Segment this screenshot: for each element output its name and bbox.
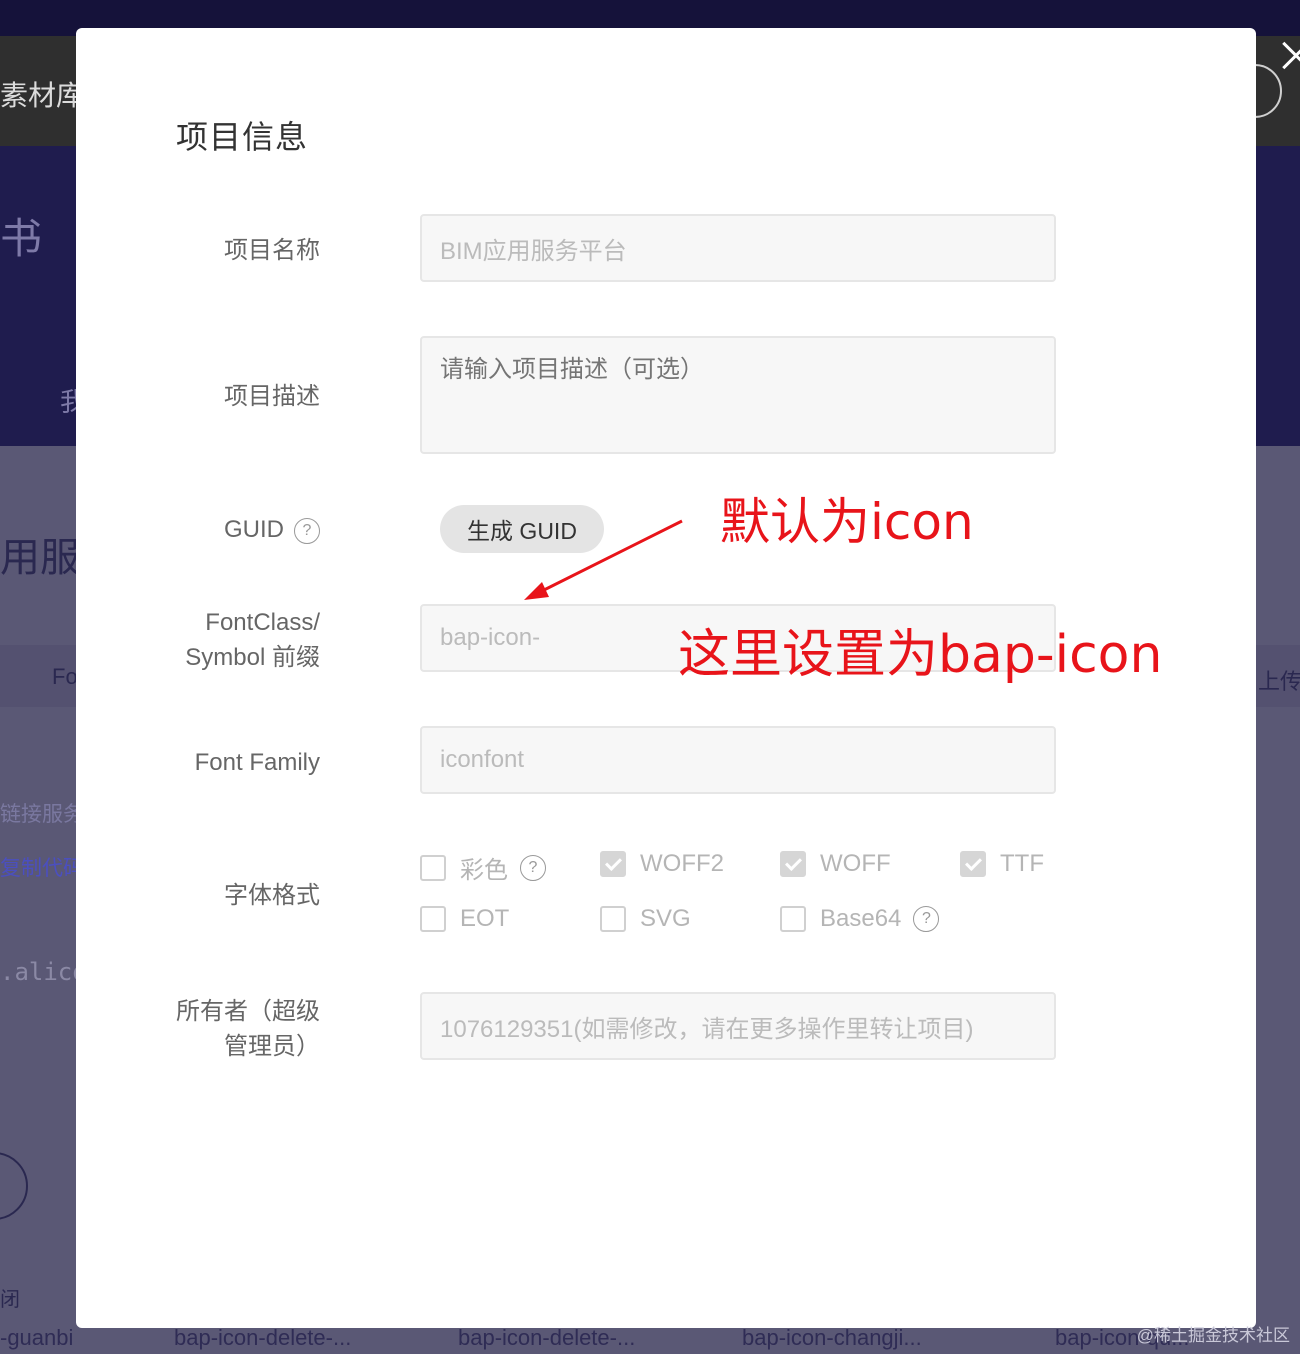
annotation-default-note: 默认为icon <box>720 493 974 551</box>
format-option-woff2[interactable]: WOFF2 <box>600 850 724 878</box>
font-family-label: Font Family <box>194 749 320 776</box>
font-format-label: 字体格式 <box>224 882 320 909</box>
project-description-input[interactable] <box>420 336 1056 454</box>
generate-guid-button[interactable]: 生成 GUID <box>440 505 604 553</box>
help-icon[interactable]: ? <box>520 854 546 881</box>
project-name-label: 项目名称 <box>224 237 320 264</box>
format-option-label: 彩色 <box>460 857 508 884</box>
format-option-base64[interactable]: Base64 ? <box>780 905 940 933</box>
format-option-label: SVG <box>640 905 691 932</box>
annotation-set-note: 这里设置为bap-icon <box>678 625 1163 685</box>
bg-icon-name: -guanbi <box>0 1325 74 1350</box>
owner-label: 所有者（超级 管理员） <box>176 994 320 1064</box>
font-class-prefix-label-line1: FontClass/ <box>205 609 320 636</box>
checkbox[interactable] <box>420 854 446 881</box>
checkbox-checked[interactable] <box>600 851 626 877</box>
format-option-label: EOT <box>460 905 510 932</box>
format-option-color[interactable]: 彩色 ? <box>420 850 546 885</box>
checkbox[interactable] <box>780 906 806 932</box>
bg-link-copy: 复制代码 <box>0 857 84 880</box>
format-option-eot[interactable]: EOT <box>420 905 509 933</box>
project-description-label: 项目描述 <box>224 383 320 410</box>
owner-label-line1: 所有者（超级 <box>176 998 320 1025</box>
checkbox-checked[interactable] <box>780 851 806 877</box>
bg-icon-name: bap-icon-delete-... <box>458 1325 636 1350</box>
font-class-prefix-label-line2: Symbol 前缀 <box>185 644 320 671</box>
modal-title: 项目信息 <box>176 119 309 155</box>
bg-code-snippet: .alico <box>0 958 87 986</box>
format-option-svg[interactable]: SVG <box>600 905 691 933</box>
bg-tab-upload: 上传图 <box>1258 669 1300 694</box>
checkbox[interactable] <box>600 906 626 932</box>
bg-close-label: 闭 <box>0 1289 20 1311</box>
checkbox-checked[interactable] <box>960 851 986 877</box>
bg-icon-name: bap-icon-delete-... <box>174 1325 352 1350</box>
close-icon[interactable] <box>1276 36 1300 76</box>
bg-nav-label: 素材库 <box>0 80 85 111</box>
bg-icon-name: bap-icon-changji... <box>742 1325 922 1350</box>
help-icon[interactable]: ? <box>913 906 940 932</box>
watermark: @稀土掘金技术社区 <box>1136 1326 1290 1345</box>
checkbox[interactable] <box>420 906 446 932</box>
bg-tab-left: Fo <box>52 664 78 689</box>
format-option-label: Base64 <box>820 905 902 932</box>
guid-label-text: GUID <box>224 516 284 543</box>
font-class-prefix-label: FontClass/ Symbol 前缀 <box>185 605 320 675</box>
bg-link-service: 链接服务 <box>0 803 84 826</box>
font-family-input[interactable] <box>420 726 1056 794</box>
format-option-label: WOFF <box>820 850 891 877</box>
bg-hero-title: 书 <box>0 215 43 262</box>
guid-label: GUID? <box>224 512 320 547</box>
format-option-label: TTF <box>1000 850 1044 877</box>
format-option-label: WOFF2 <box>640 850 724 877</box>
format-option-woff[interactable]: WOFF <box>780 850 891 878</box>
project-name-input[interactable] <box>420 214 1056 282</box>
owner-label-line2: 管理员） <box>224 1033 320 1060</box>
help-icon[interactable]: ? <box>294 517 320 544</box>
owner-input[interactable] <box>420 992 1056 1060</box>
format-option-ttf[interactable]: TTF <box>960 850 1044 878</box>
